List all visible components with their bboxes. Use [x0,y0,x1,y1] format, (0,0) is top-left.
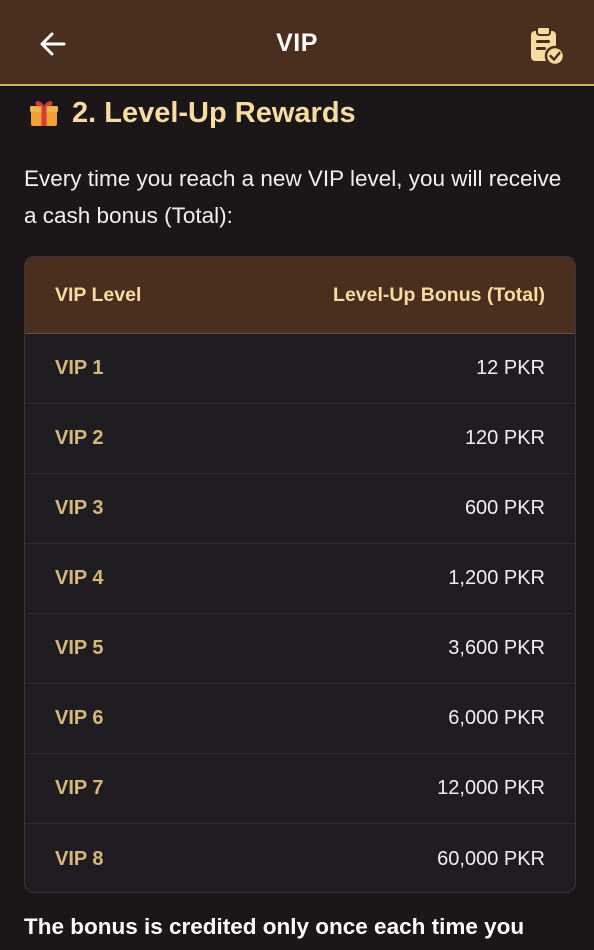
table-row: VIP 5 3,600 PKR [25,614,575,684]
bonus-cell: 6,000 PKR [448,707,545,729]
vip-level-cell: VIP 8 [55,847,104,870]
vip-level-cell: VIP 5 [55,637,104,659]
table-row: VIP 1 12 PKR [25,334,575,404]
bonus-cell: 12 PKR [476,357,545,379]
bonus-cell: 600 PKR [464,497,545,519]
table-row: VIP 4 1,200 PKR [25,544,575,614]
column-header-bonus: Level-Up Bonus (Total) [333,283,545,306]
bonus-cell: 1,200 PKR [448,567,545,589]
intro-text: Every time you reach a new VIP level, yo… [24,166,562,228]
section-heading: 2. Level-Up Rewards [28,94,356,132]
vip-level-cell: VIP 2 [55,427,104,449]
section-title: 2. Level-Up Rewards [72,96,356,129]
bonus-cell: 3,600 PKR [448,637,545,659]
table-header: VIP Level Level-Up Bonus (Total) [25,257,575,334]
footnote-text: The bonus is credited only once each tim… [24,914,525,939]
vip-page: VIP 2. Level-Up Rewards Every time you r… [0,0,594,950]
rewards-table: VIP Level Level-Up Bonus (Total) VIP 1 1… [24,256,576,893]
table-row: VIP 3 600 PKR [25,474,575,544]
vip-level-cell: VIP 7 [55,777,104,799]
table-row: VIP 8 60,000 PKR [25,824,575,892]
vip-level-cell: VIP 6 [55,707,104,729]
table-row: VIP 7 12,000 PKR [25,754,575,824]
bonus-cell: 12,000 PKR [437,777,545,799]
records-button[interactable] [524,24,568,68]
table-row: VIP 6 6,000 PKR [25,684,575,754]
vip-level-cell: VIP 4 [55,567,104,589]
clipboard-check-icon [531,26,566,67]
gift-icon [30,101,58,126]
vip-level-cell: VIP 3 [55,497,104,519]
top-bar: VIP [0,0,594,86]
bonus-cell: 60,000 PKR [437,847,545,870]
page-title: VIP [276,29,318,57]
column-header-vip-level: VIP Level [55,283,142,306]
table-row: VIP 2 120 PKR [25,404,575,474]
bonus-cell: 120 PKR [464,427,545,449]
vip-level-cell: VIP 1 [55,357,104,379]
